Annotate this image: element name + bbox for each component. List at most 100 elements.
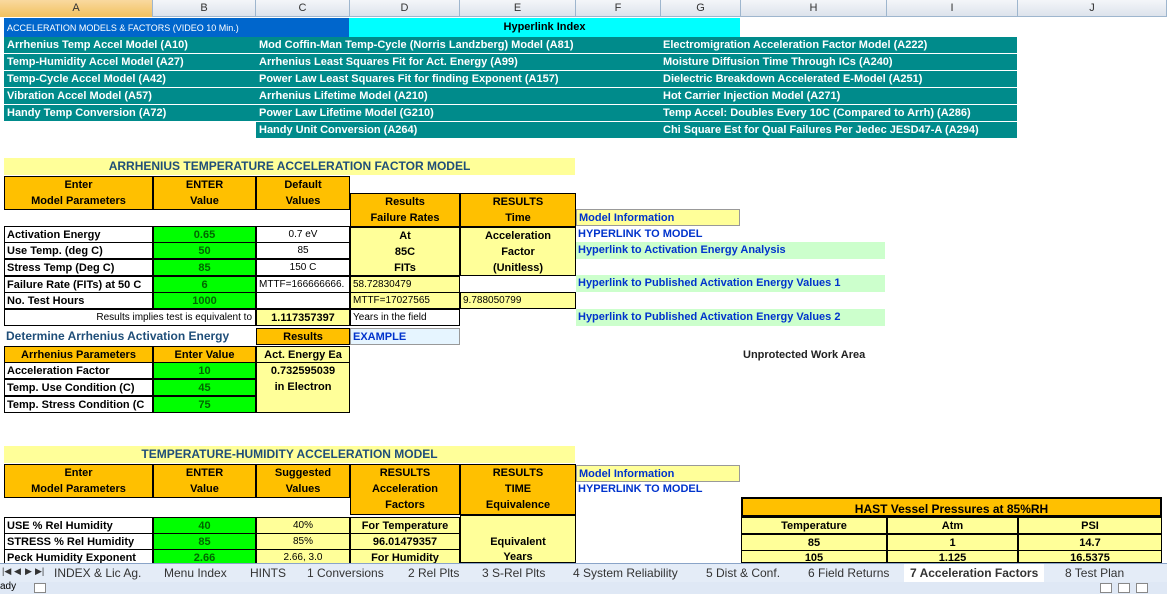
- arr-fits-header: At 85C FITs: [350, 227, 460, 276]
- status-text: ady: [0, 581, 17, 592]
- determine-header-enter: Enter Value: [153, 346, 256, 363]
- column-header-j[interactable]: J: [1018, 0, 1167, 17]
- unprotected-work-area-label: Unprotected Work Area: [743, 349, 866, 361]
- macro-record-icon[interactable]: [34, 583, 46, 593]
- link-arrhenius-least-squares[interactable]: Arrhenius Least Squares Fit for Act. Ene…: [256, 54, 660, 71]
- arr-model-information-link[interactable]: Model Information: [576, 209, 740, 226]
- sheet-tab-dist-conf[interactable]: 5 Dist & Conf.: [700, 564, 786, 582]
- hum-header-time: RESULTS TIME Equivalence: [460, 464, 576, 515]
- sheet-tab-field-returns[interactable]: 6 Field Returns: [802, 564, 895, 582]
- sheet-tab-acceleration-factors[interactable]: 7 Acceleration Factors: [904, 564, 1045, 582]
- arr-implies-label: Results implies test is equivalent to: [4, 309, 256, 326]
- next-sheet-icon[interactable]: ▶: [25, 566, 32, 577]
- column-header-d[interactable]: D: [350, 0, 460, 17]
- hum-hyperlink-to-model[interactable]: HYPERLINK TO MODEL: [576, 481, 740, 498]
- link-arrhenius-lifetime[interactable]: Arrhenius Lifetime Model (A210): [256, 88, 660, 105]
- link-coffin-manson-model[interactable]: Mod Coffin-Man Temp-Cycle (Norris Landzb…: [256, 37, 660, 54]
- hum-param-label: USE % Rel Humidity: [4, 517, 153, 534]
- arr-input-stress-temp[interactable]: 85: [153, 259, 256, 276]
- column-header-bar: A B C D E F G H I J: [0, 0, 1167, 17]
- link-chi-square[interactable]: Chi Square Est for Qual Failures Per Jed…: [660, 122, 1017, 139]
- page-break-preview-icon[interactable]: [1136, 583, 1148, 593]
- link-temp-accel-doubles[interactable]: Temp Accel: Doubles Every 10C (Compared …: [660, 105, 1017, 122]
- link-dielectric-breakdown[interactable]: Dielectric Breakdown Accelerated E-Model…: [660, 71, 1017, 88]
- hyperlink-index-title: Hyperlink Index: [349, 18, 740, 37]
- arr-input-activation-energy[interactable]: 0.65: [153, 226, 256, 243]
- hast-cell: 1: [887, 534, 1018, 551]
- hum-suggested: 40%: [256, 517, 350, 534]
- arr-param-label: No. Test Hours: [4, 292, 153, 309]
- determine-header-act-energy: Act. Energy Ea: [256, 346, 350, 363]
- determine-input-accel-factor[interactable]: 10: [153, 362, 256, 379]
- sheet-tab-s-rel-plts[interactable]: 3 S-Rel Plts: [476, 564, 551, 582]
- sheet-tab-system-reliability[interactable]: 4 System Reliability: [567, 564, 684, 582]
- column-header-f[interactable]: F: [576, 0, 661, 17]
- link-arrhenius-model[interactable]: Arrhenius Temp Accel Model (A10): [4, 37, 256, 54]
- sheet-tab-rel-plts[interactable]: 2 Rel Plts: [402, 564, 465, 582]
- hum-header-results: RESULTS Acceleration Factors: [350, 464, 460, 515]
- hast-title: HAST Vessel Pressures at 85%RH: [741, 497, 1162, 517]
- determine-param-label: Temp. Use Condition (C): [4, 379, 153, 396]
- hast-col-psi: PSI: [1018, 517, 1162, 534]
- hum-input-stress-rh[interactable]: 85: [153, 533, 256, 550]
- sheet-tab-test-plan[interactable]: 8 Test Plan: [1059, 564, 1130, 582]
- arrhenius-title: ARRHENIUS TEMPERATURE ACCELERATION FACTO…: [4, 158, 575, 175]
- sheet-tab-index[interactable]: INDEX & Lic Ag.: [48, 564, 147, 582]
- prev-sheet-icon[interactable]: ◀: [14, 566, 21, 577]
- last-sheet-icon[interactable]: ▶|: [35, 566, 44, 577]
- page-layout-icon[interactable]: [1118, 583, 1130, 593]
- arr-param-label: Stress Temp (Deg C): [4, 259, 153, 276]
- arr-input-failure-rate[interactable]: 6: [153, 276, 256, 293]
- column-header-g[interactable]: G: [661, 0, 741, 17]
- arr-input-test-hours[interactable]: 1000: [153, 292, 256, 309]
- link-temp-cycle-model[interactable]: Temp-Cycle Accel Model (A42): [4, 71, 256, 88]
- sheet-tab-conversions[interactable]: 1 Conversions: [301, 564, 390, 582]
- example-link[interactable]: EXAMPLE: [350, 328, 460, 345]
- column-header-c[interactable]: C: [256, 0, 350, 17]
- column-header-a[interactable]: A: [0, 0, 153, 17]
- hum-header-params: Enter Model Parameters: [4, 464, 153, 498]
- arr-hyperlink-to-model[interactable]: HYPERLINK TO MODEL: [576, 226, 740, 243]
- hum-model-information-link[interactable]: Model Information: [576, 465, 740, 482]
- arr-years-label: Years in the field: [350, 309, 460, 326]
- determine-input-use-temp[interactable]: 45: [153, 379, 256, 396]
- arr-param-label: Activation Energy: [4, 226, 153, 243]
- arr-param-label: Failure Rate (FITs) at 50 C: [4, 276, 153, 293]
- determine-param-label: Acceleration Factor: [4, 362, 153, 379]
- column-header-i[interactable]: I: [887, 0, 1018, 17]
- normal-view-icon[interactable]: [1100, 583, 1112, 593]
- determine-header-params: Arrhenius Parameters: [4, 346, 153, 363]
- determine-results-header: Results: [256, 328, 350, 345]
- column-header-h[interactable]: H: [741, 0, 887, 17]
- link-hot-carrier[interactable]: Hot Carrier Injection Model (A271): [660, 88, 1017, 105]
- sheet-title: ACCELERATION MODELS & FACTORS (VIDEO 10 …: [4, 18, 349, 37]
- link-electromigration[interactable]: Electromigration Acceleration Factor Mod…: [660, 37, 1017, 54]
- hum-header-value: ENTER Value: [153, 464, 256, 498]
- hum-input-use-rh[interactable]: 40: [153, 517, 256, 534]
- activation-energy-analysis-link[interactable]: Hyperlink to Activation Energy Analysis: [576, 242, 885, 259]
- arr-header-results: Results Failure Rates: [350, 193, 460, 227]
- link-temp-humidity-model[interactable]: Temp-Humidity Accel Model (A27): [4, 54, 256, 71]
- arr-input-use-temp[interactable]: 50: [153, 242, 256, 259]
- link-handy-temp-conversion[interactable]: Handy Temp Conversion (A72): [4, 105, 256, 122]
- first-sheet-icon[interactable]: |◀: [2, 566, 11, 577]
- link-vibration-model[interactable]: Vibration Accel Model (A57): [4, 88, 256, 105]
- published-activation-values-2-link[interactable]: Hyperlink to Published Activation Energy…: [576, 309, 885, 326]
- arr-param-label: Use Temp. (deg C): [4, 242, 153, 259]
- column-header-b[interactable]: B: [153, 0, 256, 17]
- arr-header-time: RESULTS Time: [460, 193, 576, 227]
- arr-mttf-default: MTTF=166666666.: [256, 276, 350, 293]
- arr-accel-header: Acceleration Factor (Unitless): [460, 227, 576, 276]
- determine-input-stress-temp[interactable]: 75: [153, 396, 256, 413]
- column-header-e[interactable]: E: [460, 0, 576, 17]
- sheet-tab-menu-index[interactable]: Menu Index: [158, 564, 233, 582]
- link-moisture-diffusion[interactable]: Moisture Diffusion Time Through ICs (A24…: [660, 54, 1017, 71]
- published-activation-values-1-link[interactable]: Hyperlink to Published Activation Energy…: [576, 275, 885, 292]
- link-power-law-least-squares[interactable]: Power Law Least Squares Fit for finding …: [256, 71, 660, 88]
- arr-header-default: Default Values: [256, 176, 350, 210]
- sheet-tab-hints[interactable]: HINTS: [244, 564, 292, 582]
- humidity-title: TEMPERATURE-HUMIDITY ACCELERATION MODEL: [4, 446, 575, 463]
- determine-title: Determine Arrhenius Activation Energy: [6, 329, 230, 343]
- link-handy-unit-conversion[interactable]: Handy Unit Conversion (A264): [256, 122, 660, 139]
- link-power-law-lifetime[interactable]: Power Law Lifetime Model (G210): [256, 105, 660, 122]
